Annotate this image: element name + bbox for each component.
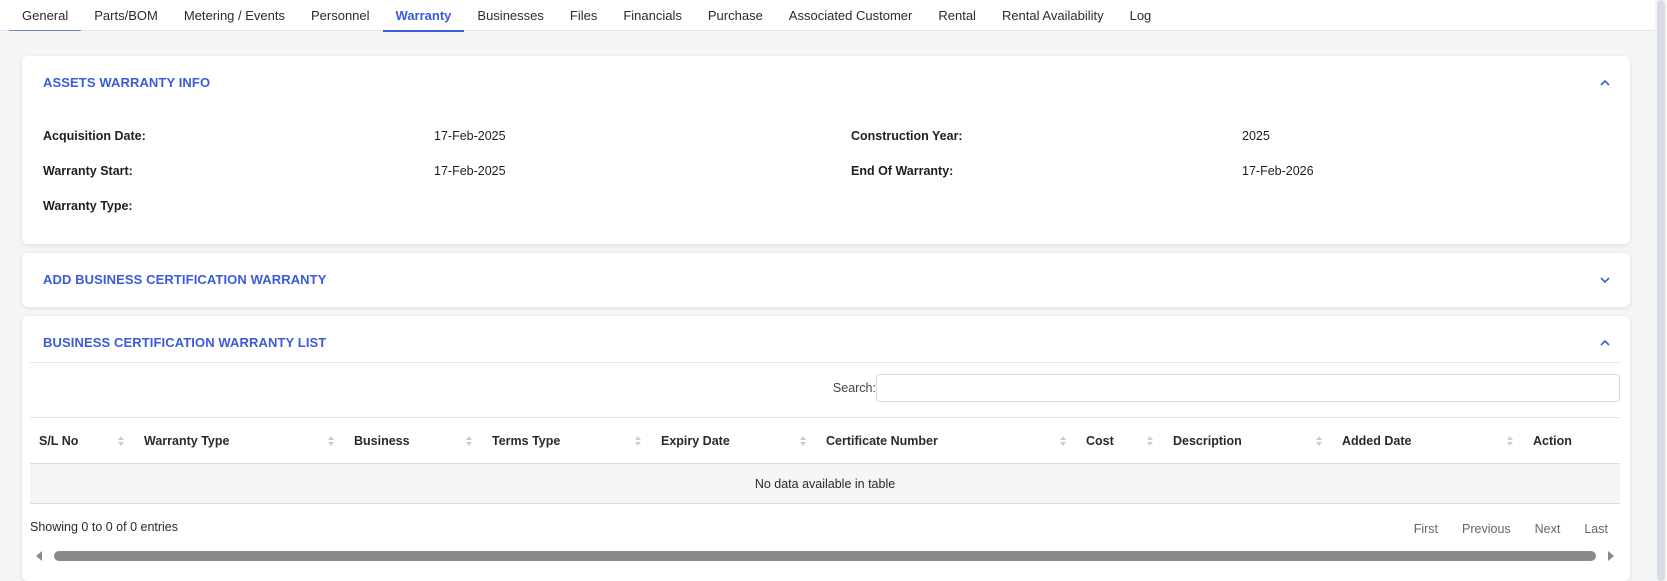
tab-personnel[interactable]: Personnel xyxy=(298,0,383,31)
tab-log[interactable]: Log xyxy=(1117,0,1165,31)
tab-files[interactable]: Files xyxy=(557,0,610,31)
pagination-first[interactable]: First xyxy=(1402,522,1450,536)
empty-table-message: No data available in table xyxy=(30,463,1620,504)
sort-icon xyxy=(466,435,472,446)
table-info: Showing 0 to 0 of 0 entries xyxy=(30,520,179,534)
warranty-type-label: Warranty Type: xyxy=(43,199,133,213)
chevron-up-icon[interactable] xyxy=(1598,336,1612,350)
column-header-action: Action xyxy=(1524,418,1620,464)
column-header-label: Added Date xyxy=(1342,433,1412,448)
table-empty-row: No data available in table xyxy=(30,463,1620,504)
warranty-start-label: Warranty Start: xyxy=(43,164,133,178)
certification-list-panel: BUSINESS CERTIFICATION WARRANTY LIST Sea… xyxy=(22,316,1630,581)
tab-purchase[interactable]: Purchase xyxy=(695,0,776,31)
add-certification-title[interactable]: ADD BUSINESS CERTIFICATION WARRANTY xyxy=(43,272,326,287)
column-header-description[interactable]: Description xyxy=(1164,418,1333,464)
tab-financials[interactable]: Financials xyxy=(610,0,695,31)
certification-list-title[interactable]: BUSINESS CERTIFICATION WARRANTY LIST xyxy=(43,335,326,350)
sort-icon xyxy=(328,435,334,446)
horizontal-scrollbar-thumb[interactable] xyxy=(54,551,1596,561)
tab-warranty[interactable]: Warranty xyxy=(382,0,465,32)
acquisition-date-label: Acquisition Date: xyxy=(43,129,146,143)
chevron-up-icon[interactable] xyxy=(1598,76,1612,90)
column-header-label: Terms Type xyxy=(492,433,561,448)
vertical-scrollbar-thumb[interactable] xyxy=(1657,0,1665,581)
column-header-added-date[interactable]: Added Date xyxy=(1333,418,1524,464)
chevron-down-icon[interactable] xyxy=(1598,273,1612,287)
pagination-previous[interactable]: Previous xyxy=(1450,522,1523,536)
tab-parts-bom[interactable]: Parts/BOM xyxy=(81,0,171,31)
column-header-label: Cost xyxy=(1086,433,1114,448)
scroll-left-icon[interactable] xyxy=(34,550,44,562)
column-header-label: Description xyxy=(1173,433,1242,448)
tab-rental-availability[interactable]: Rental Availability xyxy=(989,0,1117,31)
end-of-warranty-value: 17-Feb-2026 xyxy=(1242,164,1314,178)
tab-metering-events[interactable]: Metering / Events xyxy=(171,0,298,31)
pagination-next[interactable]: Next xyxy=(1523,522,1573,536)
construction-year-label: Construction Year: xyxy=(851,129,963,143)
pagination-last[interactable]: Last xyxy=(1572,522,1610,536)
sort-icon xyxy=(1507,435,1513,446)
sort-icon xyxy=(635,435,641,446)
acquisition-date-value: 17-Feb-2025 xyxy=(434,129,506,143)
pagination: First Previous Next Last xyxy=(1402,522,1610,536)
assets-warranty-panel: ASSETS WARRANTY INFO Acquisition Date: 1… xyxy=(22,56,1630,244)
column-header-label: Expiry Date xyxy=(661,433,730,448)
column-header-label: Warranty Type xyxy=(144,433,230,448)
column-header-business[interactable]: Business xyxy=(345,418,483,464)
column-header-label: Certificate Number xyxy=(826,433,938,448)
warranty-start-value: 17-Feb-2025 xyxy=(434,164,506,178)
construction-year-value: 2025 xyxy=(1242,129,1270,143)
column-header-certificate-number[interactable]: Certificate Number xyxy=(817,418,1077,464)
column-header-terms-type[interactable]: Terms Type xyxy=(483,418,652,464)
tab-businesses[interactable]: Businesses xyxy=(464,0,556,31)
assets-warranty-title[interactable]: ASSETS WARRANTY INFO xyxy=(43,75,210,90)
sort-icon xyxy=(1147,435,1153,446)
column-header-cost[interactable]: Cost xyxy=(1077,418,1164,464)
scroll-right-icon[interactable] xyxy=(1606,550,1616,562)
sort-icon xyxy=(1060,435,1066,446)
panel-divider xyxy=(30,362,1622,363)
add-certification-panel: ADD BUSINESS CERTIFICATION WARRANTY xyxy=(22,253,1630,307)
column-header-label: Business xyxy=(354,433,410,448)
column-header-sl-no[interactable]: S/L No xyxy=(30,418,135,464)
search-input[interactable] xyxy=(876,374,1620,402)
tab-bar: General Parts/BOM Metering / Events Pers… xyxy=(0,0,1655,32)
vertical-scrollbar[interactable] xyxy=(1655,0,1667,581)
table-header-row: S/L No Warranty Type Business Terms Type… xyxy=(30,417,1620,464)
column-header-label: Action xyxy=(1533,433,1572,448)
certification-table: S/L No Warranty Type Business Terms Type… xyxy=(30,417,1620,504)
tab-associated-customer[interactable]: Associated Customer xyxy=(776,0,926,31)
search-label: Search: xyxy=(832,381,876,395)
sort-icon xyxy=(1316,435,1322,446)
column-header-label: S/L No xyxy=(39,433,79,448)
horizontal-scrollbar[interactable] xyxy=(30,548,1620,562)
tab-rental[interactable]: Rental xyxy=(925,0,989,31)
column-header-expiry-date[interactable]: Expiry Date xyxy=(652,418,817,464)
column-header-warranty-type[interactable]: Warranty Type xyxy=(135,418,345,464)
sort-icon xyxy=(800,435,806,446)
sort-icon xyxy=(118,435,124,446)
end-of-warranty-label: End Of Warranty: xyxy=(851,164,954,178)
tab-general[interactable]: General xyxy=(9,0,82,31)
